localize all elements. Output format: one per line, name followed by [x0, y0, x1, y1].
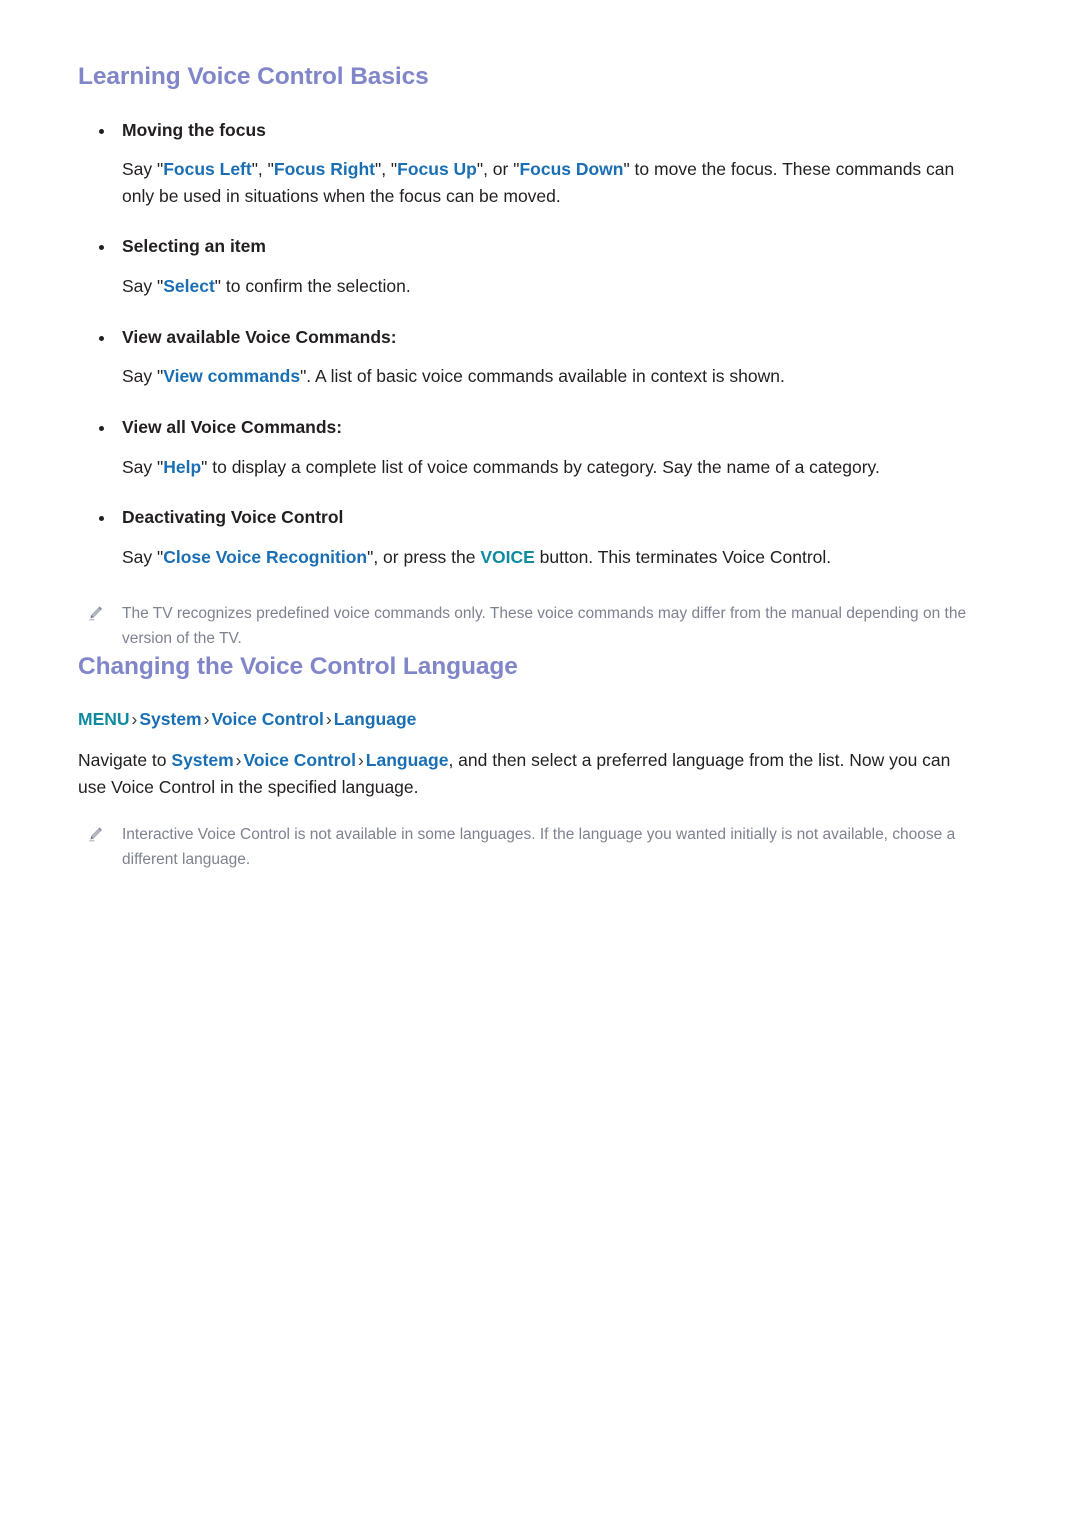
voice-command-view-commands: View commands	[163, 366, 301, 387]
text-fragment: " to display a complete list of voice co…	[201, 456, 880, 477]
breadcrumb-item-language[interactable]: Language	[334, 709, 417, 729]
text-fragment: ". A list of basic voice commands availa…	[300, 366, 785, 387]
voice-command-focus-right: Focus Right	[273, 159, 375, 180]
breadcrumb-separator: ›	[203, 708, 210, 729]
navigate-paragraph: Navigate to System › Voice Control › Languag…	[78, 747, 978, 801]
bullet-body-selecting-item: Say "Select" to confirm the selection.	[78, 273, 980, 300]
section-heading-changing-language: Changing the Voice Control Language	[78, 652, 518, 680]
text-fragment: Say "	[122, 276, 164, 297]
page-title: Learning Voice Control Basics	[78, 63, 429, 90]
bullet-body-moving-focus: Say "Focus Left", "Focus Right", "Focus …	[78, 156, 980, 209]
breadcrumb-separator: ›	[325, 708, 332, 729]
inline-crumb-language[interactable]: Language	[366, 750, 449, 770]
text-fragment: Say "	[122, 546, 164, 567]
text-fragment: Say "	[122, 159, 164, 180]
bullet-body-view-all-commands: Say "Help" to display a complete list of…	[78, 454, 980, 481]
list-item: Moving the focus Say "Focus Left", "Focu…	[78, 119, 980, 210]
remote-key-voice: VOICE	[480, 546, 535, 567]
voice-command-close-voice-recognition: Close Voice Recognition	[163, 546, 368, 567]
bullet-title-moving-focus: Moving the focus	[78, 119, 980, 143]
text-fragment: Say "	[122, 366, 164, 387]
pencil-icon	[87, 605, 104, 622]
list-item: Deactivating Voice Control Say "Close Vo…	[78, 506, 980, 570]
text-fragment: Say "	[122, 456, 164, 477]
bullet-title-deactivating-voice-control: Deactivating Voice Control	[78, 506, 980, 530]
bullet-body-deactivating-voice-control: Say "Close Voice Recognition", or press …	[78, 544, 980, 571]
document-page: Learning Voice Control Basics Moving the…	[0, 0, 1080, 1527]
voice-command-focus-up: Focus Up	[397, 159, 477, 180]
note-text: The TV recognizes predefined voice comma…	[122, 605, 967, 648]
note-voice-commands: The TV recognizes predefined voice comma…	[78, 602, 980, 652]
voice-command-focus-down: Focus Down	[519, 159, 624, 180]
bullet-title-view-available-commands: View available Voice Commands:	[78, 326, 980, 350]
list-item: Selecting an item Say "Select" to confir…	[78, 235, 980, 299]
inline-crumb-separator: ›	[235, 750, 242, 771]
text-fragment: Navigate to	[78, 750, 172, 771]
breadcrumb-separator: ›	[131, 708, 138, 729]
breadcrumb-item-system[interactable]: System	[139, 709, 201, 729]
note-text: Interactive Voice Control is not availab…	[122, 826, 956, 869]
inline-crumb-system[interactable]: System	[171, 750, 233, 770]
note-interactive-voice-control: Interactive Voice Control is not availab…	[78, 823, 980, 873]
voice-command-select: Select	[163, 276, 215, 297]
bullet-body-view-available-commands: Say "View commands". A list of basic voi…	[78, 363, 980, 390]
voice-command-help: Help	[163, 456, 202, 477]
page-content: Learning Voice Control Basics Moving the…	[78, 62, 980, 873]
text-fragment: button. This terminates Voice Control.	[534, 546, 832, 567]
text-fragment: ", "	[251, 159, 274, 180]
text-fragment: ", "	[374, 159, 398, 180]
inline-crumb-voice-control[interactable]: Voice Control	[243, 750, 355, 770]
bullet-title-view-all-commands: View all Voice Commands:	[78, 416, 980, 440]
voice-command-focus-left: Focus Left	[163, 159, 252, 180]
text-fragment: " to confirm the selection.	[214, 276, 411, 297]
list-item: View available Voice Commands: Say "View…	[78, 326, 980, 390]
bullet-title-selecting-item: Selecting an item	[78, 235, 980, 259]
inline-crumb-separator: ›	[357, 750, 364, 771]
text-fragment: ", or "	[476, 159, 520, 180]
list-item: View all Voice Commands: Say "Help" to d…	[78, 416, 980, 480]
breadcrumb-menu-label[interactable]: MENU	[78, 709, 130, 729]
breadcrumb-item-voice-control[interactable]: Voice Control	[211, 709, 323, 729]
text-fragment: ", or press the	[367, 546, 481, 567]
pencil-icon	[87, 826, 104, 843]
voice-basics-list: Moving the focus Say "Focus Left", "Focu…	[78, 119, 980, 571]
breadcrumb: MENU › System › Voice Control › Language	[78, 707, 980, 732]
